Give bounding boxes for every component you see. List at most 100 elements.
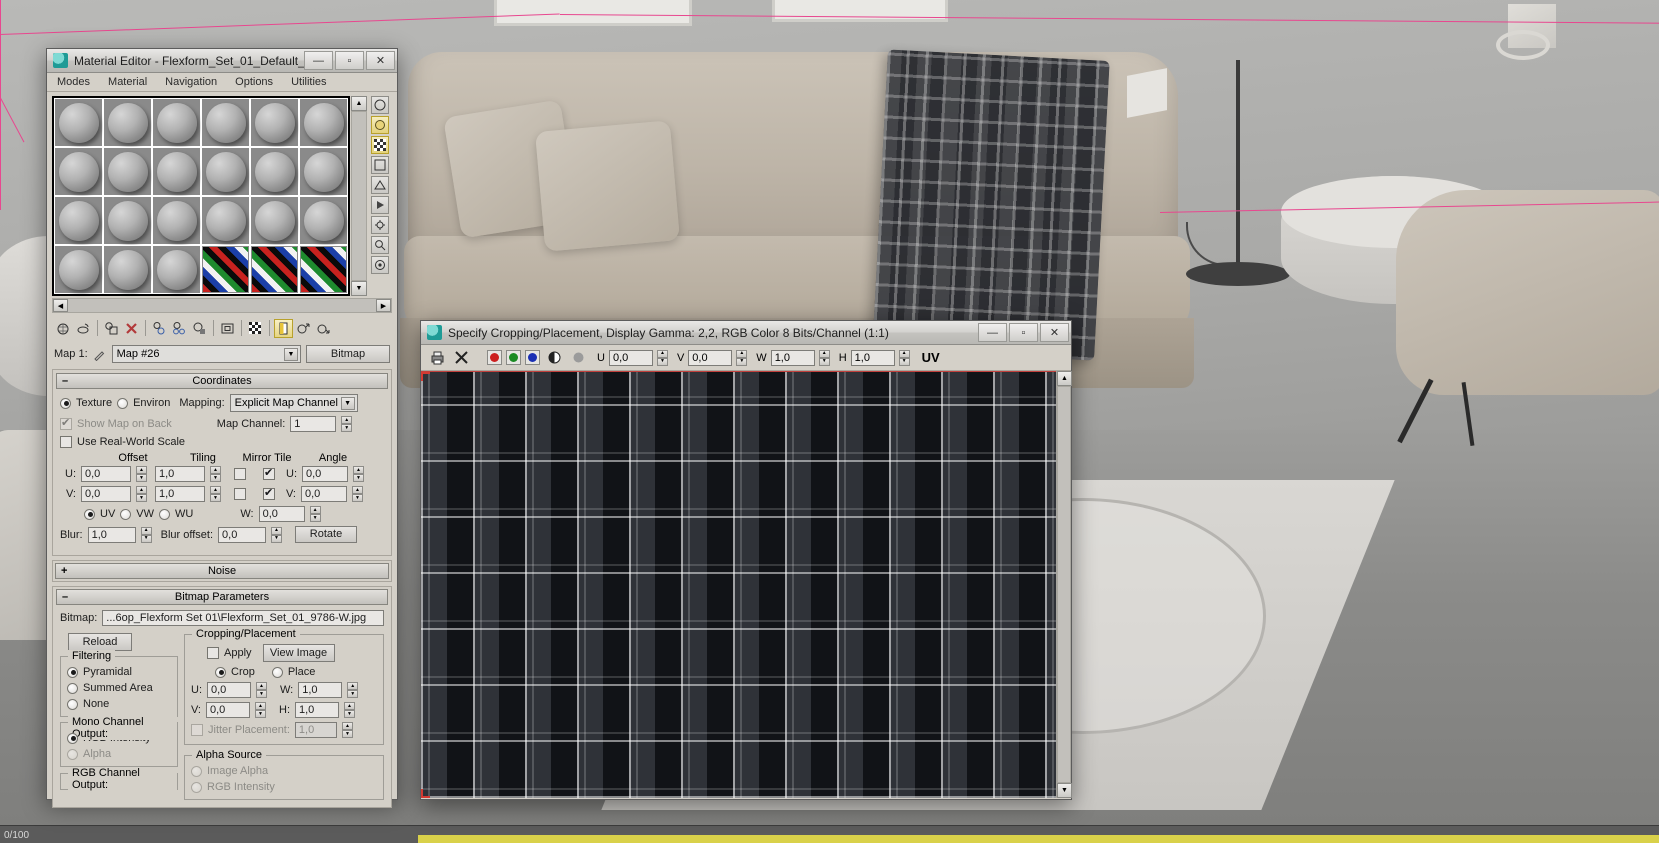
- green-channel-toggle[interactable]: [506, 350, 521, 365]
- make-preview-icon[interactable]: [371, 196, 389, 214]
- material-slot-4[interactable]: [201, 98, 250, 147]
- put-material-to-scene-icon[interactable]: [74, 319, 93, 338]
- printer-icon[interactable]: [427, 348, 447, 368]
- crop-toolbar-v-spinner[interactable]: ▲ ▼: [736, 349, 748, 366]
- material-slot-19[interactable]: [54, 245, 103, 294]
- sample-slot-grid[interactable]: [52, 96, 350, 296]
- gray-circle-icon[interactable]: [568, 348, 588, 368]
- show-map-on-back-checkbox[interactable]: [60, 416, 72, 430]
- material-slot-15[interactable]: [152, 196, 201, 245]
- crop-toolbar-u-spinner[interactable]: ▲ ▼: [656, 349, 668, 366]
- close-button[interactable]: ✕: [1040, 323, 1069, 342]
- select-by-material-icon[interactable]: [371, 236, 389, 254]
- get-material-icon[interactable]: [54, 319, 73, 338]
- crop-u-field[interactable]: 0,0: [207, 682, 251, 698]
- sample-type-sphere-icon[interactable]: [371, 96, 389, 114]
- assign-material-to-selection-icon[interactable]: [102, 319, 121, 338]
- material-editor-menubar[interactable]: Modes Material Navigation Options Utilit…: [47, 73, 397, 92]
- video-color-check-icon[interactable]: [371, 176, 389, 194]
- background-checker-icon[interactable]: [371, 136, 389, 154]
- bitmap-path-button[interactable]: ...6op_Flexform Set 01\Flexform_Set_01_9…: [102, 610, 384, 626]
- map-type-button[interactable]: Bitmap: [306, 345, 390, 363]
- material-slot-23[interactable]: [250, 245, 299, 294]
- material-slot-3[interactable]: [152, 98, 201, 147]
- crop-handle-top-left[interactable]: [421, 372, 430, 381]
- noise-rollout-header[interactable]: + Noise: [55, 563, 389, 579]
- angle-w-field[interactable]: 0,0: [258, 506, 305, 522]
- material-editor-window[interactable]: Material Editor - Flexform_Set_01_Defaul…: [46, 48, 398, 808]
- offset-u-spinner[interactable]: ▲ ▼: [136, 466, 147, 482]
- crop-w-field[interactable]: 1,0: [298, 682, 343, 698]
- jitter-placement-field[interactable]: 1,0: [294, 722, 337, 738]
- slot-horizontal-scrollbar[interactable]: ◀ ▶: [52, 298, 392, 313]
- scroll-right-icon[interactable]: ▶: [376, 299, 391, 312]
- reset-map-icon[interactable]: [122, 319, 141, 338]
- scroll-down-icon[interactable]: ▼: [351, 281, 367, 296]
- make-material-copy-icon[interactable]: [150, 319, 169, 338]
- crop-toolbar-v-field[interactable]: 0,0: [688, 349, 733, 366]
- rotate-button[interactable]: Rotate: [295, 526, 358, 543]
- eyedropper-icon[interactable]: [93, 347, 107, 361]
- sample-slot-area[interactable]: ▲ ▼: [52, 96, 392, 296]
- close-button[interactable]: ✕: [366, 51, 395, 70]
- crop-handle-bottom-left[interactable]: [421, 789, 430, 798]
- scroll-down-icon[interactable]: ▼: [1057, 783, 1072, 798]
- material-slot-6[interactable]: [299, 98, 348, 147]
- blur-field[interactable]: 1,0: [87, 526, 136, 543]
- material-slot-7[interactable]: [54, 147, 103, 196]
- crop-u-spinner[interactable]: ▲ ▼: [256, 682, 267, 698]
- tile-u-checkbox[interactable]: [263, 466, 275, 480]
- offset-v-field[interactable]: 0,0: [81, 486, 131, 502]
- apply-checkbox[interactable]: [207, 647, 219, 659]
- tiling-v-field[interactable]: 1,0: [155, 486, 205, 502]
- material-slot-8[interactable]: [103, 147, 152, 196]
- chevron-down-icon[interactable]: ▼: [340, 397, 355, 410]
- make-unique-icon[interactable]: [170, 319, 189, 338]
- map-channel-spinner[interactable]: ▲ ▼: [341, 416, 353, 432]
- menu-utilities[interactable]: Utilities: [291, 76, 326, 88]
- scroll-up-icon[interactable]: ▲: [1057, 371, 1072, 386]
- scroll-up-icon[interactable]: ▲: [351, 96, 367, 111]
- crop-vertical-scrollbar[interactable]: ▲ ▼: [1056, 371, 1072, 798]
- view-image-button[interactable]: View Image: [262, 644, 335, 662]
- pyramidal-radio[interactable]: [67, 666, 78, 678]
- place-radio[interactable]: [271, 666, 283, 678]
- options-icon[interactable]: [371, 216, 389, 234]
- material-slot-22[interactable]: [201, 245, 250, 294]
- tiling-u-spinner[interactable]: ▲ ▼: [210, 466, 221, 482]
- mirror-v-checkbox[interactable]: [234, 488, 246, 500]
- crop-window-toolbar[interactable]: U 0,0 ▲ ▼ V 0,0 ▲ ▼ W 1,0 ▲ ▼ H 1,0 ▲ ▼ UV: [421, 345, 1071, 371]
- material-slot-5[interactable]: [250, 98, 299, 147]
- backlight-icon[interactable]: [371, 116, 389, 134]
- wu-radio[interactable]: [159, 508, 171, 520]
- jitter-placement-spinner[interactable]: ▲ ▼: [341, 722, 353, 738]
- tiling-u-field[interactable]: 1,0: [155, 466, 205, 482]
- reload-button[interactable]: Reload: [68, 633, 132, 651]
- slot-vertical-scrollbar[interactable]: ▲ ▼: [351, 96, 367, 296]
- material-slot-14[interactable]: [103, 196, 152, 245]
- map-name-combobox[interactable]: Map #26 ▼: [111, 345, 301, 363]
- x-icon[interactable]: [451, 348, 471, 368]
- specify-cropping-window[interactable]: Specify Cropping/Placement, Display Gamm…: [420, 320, 1072, 800]
- crop-v-spinner[interactable]: ▲ ▼: [255, 702, 266, 718]
- use-real-world-scale-checkbox[interactable]: [60, 436, 72, 448]
- menu-navigation[interactable]: Navigation: [165, 76, 217, 88]
- rollout-toggle-icon[interactable]: –: [62, 375, 68, 387]
- menu-material[interactable]: Material: [108, 76, 147, 88]
- scroll-track[interactable]: [1057, 386, 1071, 783]
- show-shaded-material-in-viewport-icon[interactable]: [246, 319, 265, 338]
- sample-uv-tiling-icon[interactable]: [371, 156, 389, 174]
- material-id-channel-icon[interactable]: [371, 256, 389, 274]
- mirror-u-checkbox[interactable]: [234, 468, 246, 480]
- alpha-rgb-intensity-radio[interactable]: [191, 781, 202, 793]
- go-forward-to-sibling-icon[interactable]: [314, 319, 333, 338]
- blur-offset-spinner[interactable]: ▲ ▼: [271, 526, 283, 543]
- tiling-v-spinner[interactable]: ▲ ▼: [210, 486, 221, 502]
- material-slot-1[interactable]: [54, 98, 103, 147]
- material-slot-24[interactable]: [299, 245, 348, 294]
- angle-v-field[interactable]: 0,0: [301, 486, 347, 502]
- sample-slot-toolbar[interactable]: [370, 96, 390, 296]
- map-selector-row[interactable]: Map 1: Map #26 ▼ Bitmap: [52, 343, 392, 365]
- maximize-button[interactable]: ▫: [1009, 323, 1038, 342]
- menu-modes[interactable]: Modes: [57, 76, 90, 88]
